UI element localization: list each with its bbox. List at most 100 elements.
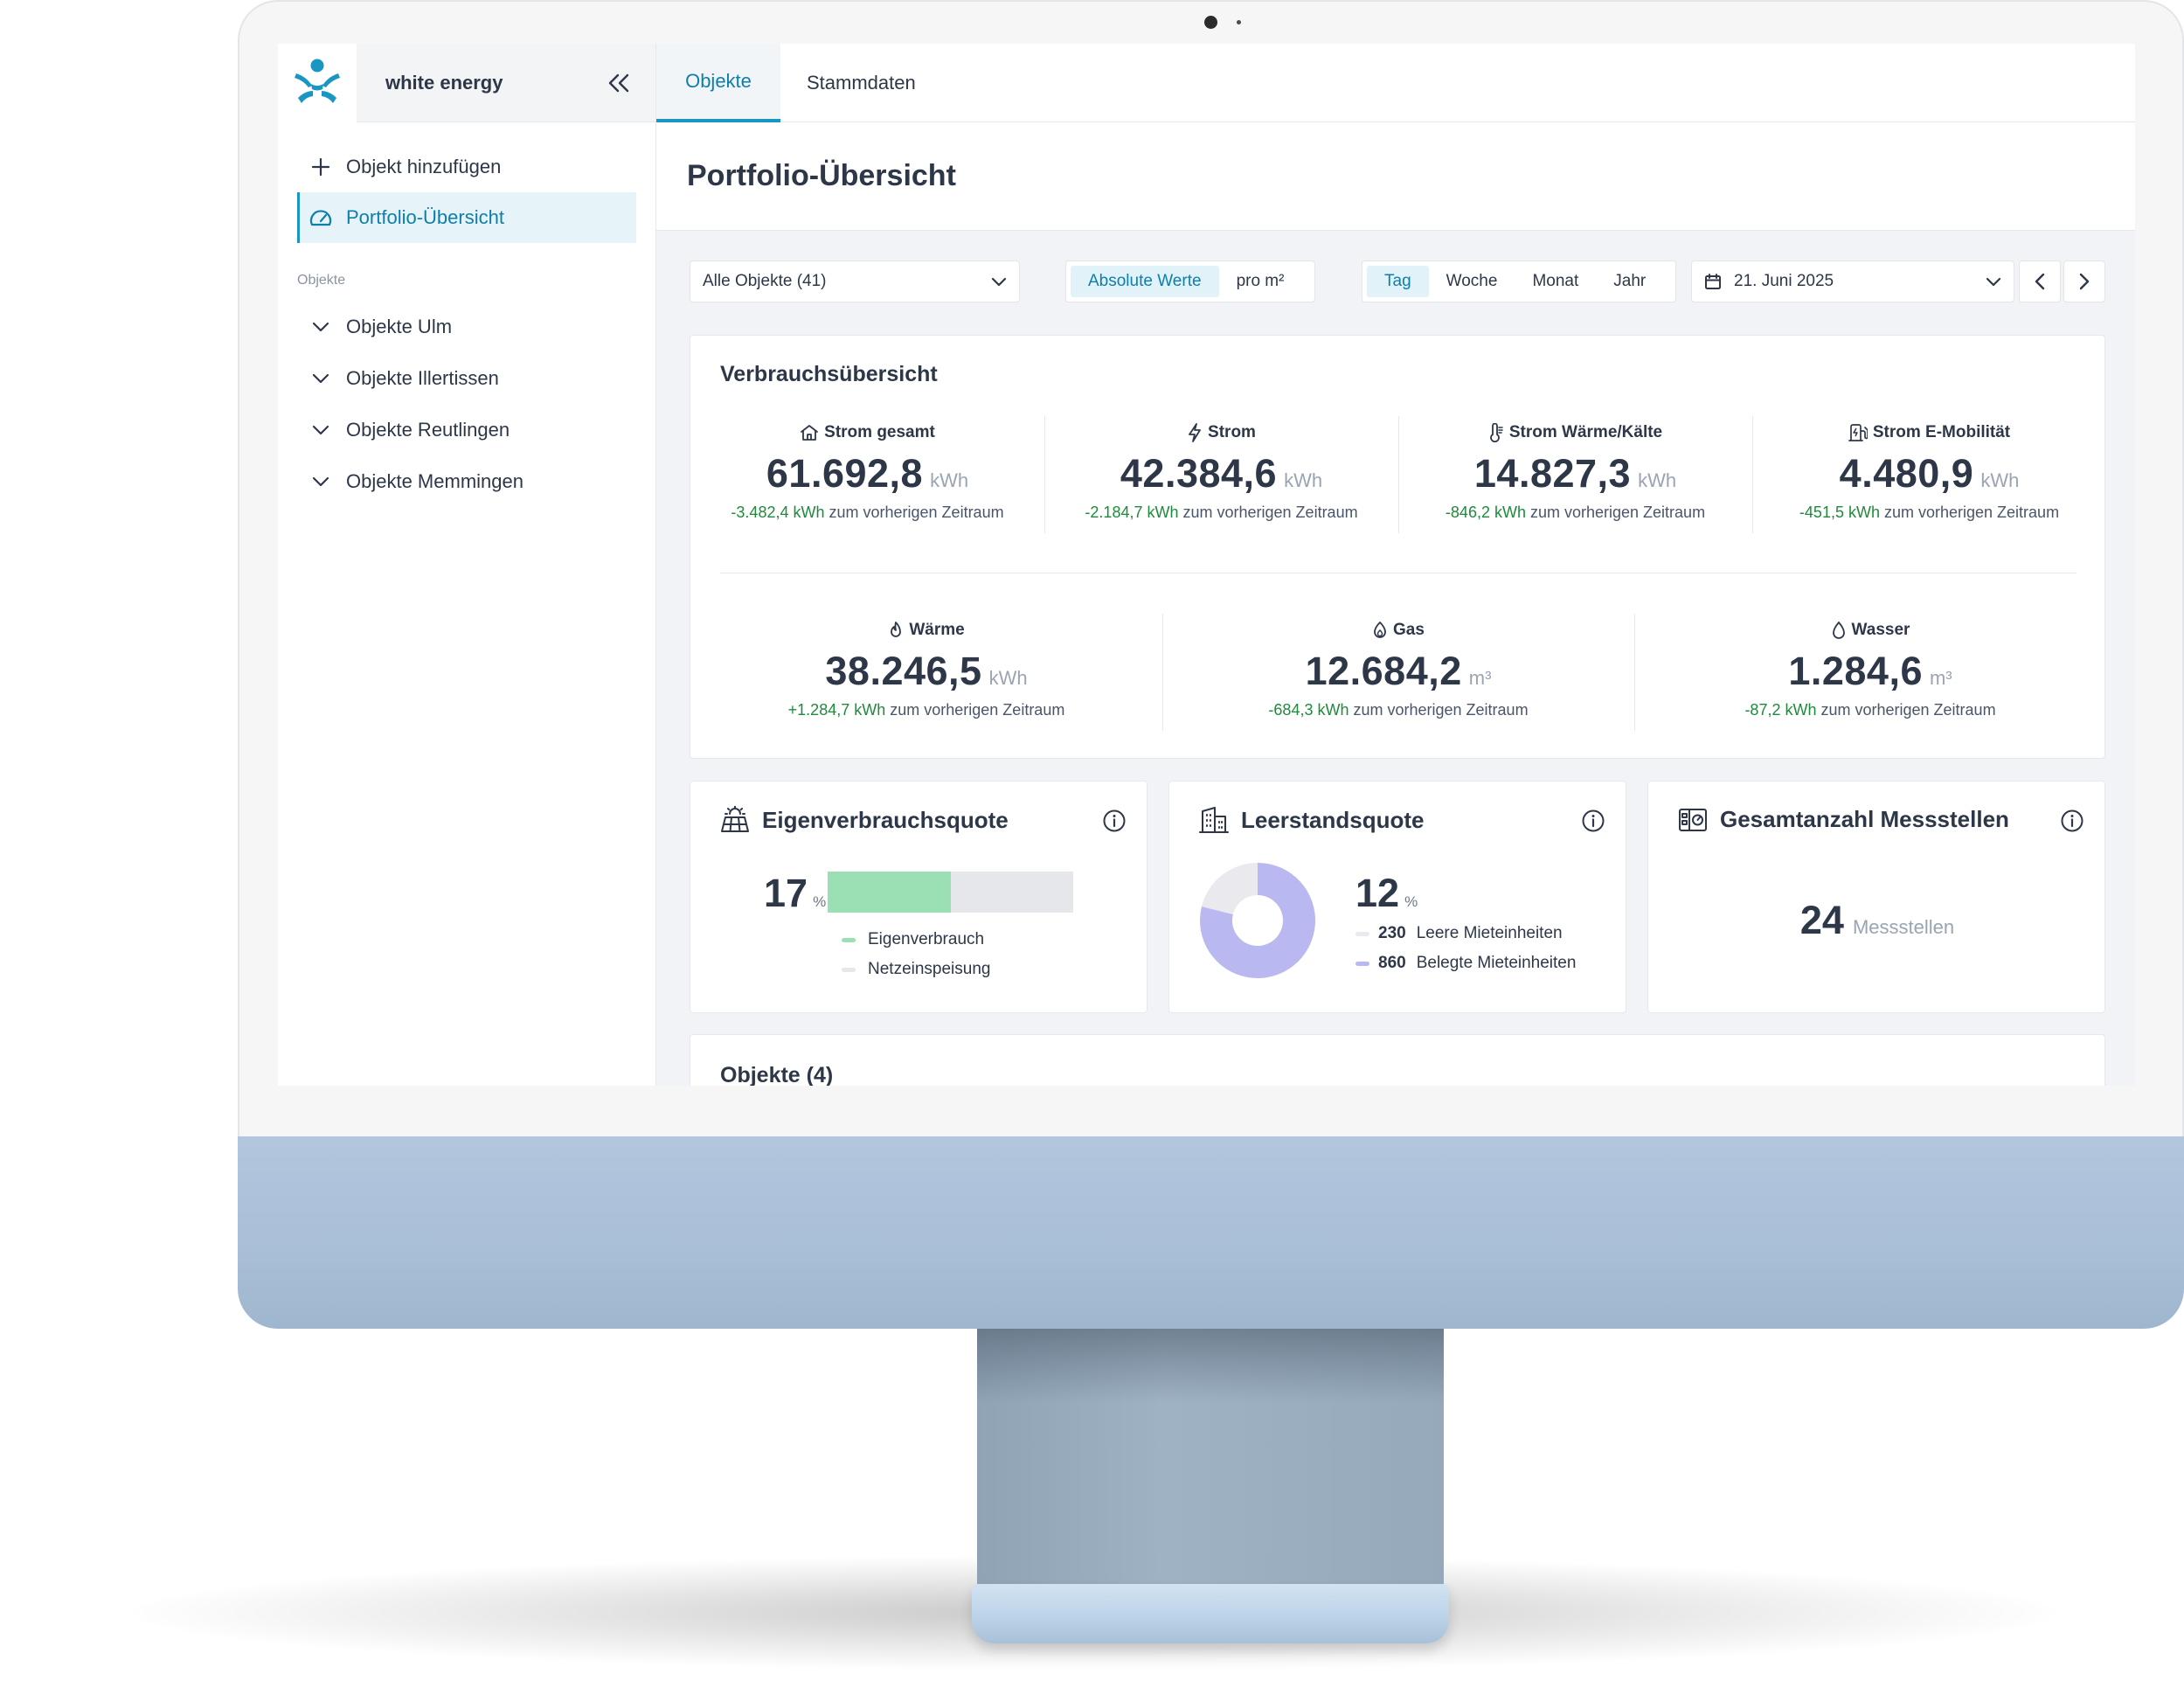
metric-delta-suffix: zum vorherigen Zeitraum xyxy=(1820,701,1996,719)
self-consumption-card: Eigenverbrauchsquote 17 % Eigenverbrauch… xyxy=(690,781,1147,1013)
metric-strom-gesamt: Strom gesamt 61.692,8 kWh -3.482,4 kWh zu… xyxy=(690,421,1044,522)
period-week[interactable]: Woche xyxy=(1429,266,1515,297)
metric-label: Strom Wärme/Kälte xyxy=(1508,423,1663,441)
metric-value: 42.384,6 xyxy=(1120,451,1278,496)
sidebar-item-portfolio[interactable]: Portfolio-Übersicht xyxy=(297,192,636,243)
sidebar-section-label: Objekte xyxy=(297,273,346,288)
metric-delta: +1.284,7 kWh xyxy=(787,701,886,719)
vacancy-info-button[interactable] xyxy=(1580,808,1606,834)
camera xyxy=(1204,16,1217,29)
legend-leere-mieteinheiten: 230 Leere Mieteinheiten xyxy=(1355,924,1563,943)
metric-unit: m³ xyxy=(1929,667,1952,689)
chevron-down-icon xyxy=(308,469,334,495)
monitor-stand-shade xyxy=(977,1324,1444,1403)
value-mode-absolute[interactable]: Absolute Werte xyxy=(1071,266,1219,297)
metric-delta-suffix: zum vorherigen Zeitraum xyxy=(1883,504,2060,521)
legend-swatch xyxy=(1355,961,1369,966)
meters-value: 24 xyxy=(1799,898,1844,942)
sidebar-group-label: Objekte Reutlingen xyxy=(346,418,510,441)
lightning-icon xyxy=(1189,423,1201,442)
calendar-icon xyxy=(1705,274,1721,289)
self-consumption-unit: % xyxy=(813,893,827,910)
donut-slice-empty xyxy=(1201,863,1258,914)
sidebar-group-memmingen[interactable]: Objekte Memmingen xyxy=(297,455,636,507)
object-select[interactable]: Alle Objekte (41) xyxy=(690,260,1020,302)
page-header: Portfolio-Übersicht xyxy=(656,122,2135,231)
legend-netzeinspeisung: Netzeinspeisung xyxy=(842,960,990,979)
metric-unit: kWh xyxy=(1980,469,2020,491)
meter-icon xyxy=(1679,808,1707,831)
self-consumption-info-button[interactable] xyxy=(1101,808,1127,834)
metric-value: 12.684,2 xyxy=(1305,649,1462,693)
legend-count: 230 xyxy=(1378,924,1406,942)
metric-delta: -684,3 kWh xyxy=(1268,701,1349,719)
chevron-right-icon xyxy=(2079,273,2090,290)
vacancy-value: 12 xyxy=(1355,871,1400,915)
metric-wasser: Wasser 1.284,6 m³ -87,2 kWh zum vorherige… xyxy=(1634,619,2106,719)
sidebar-group-ulm[interactable]: Objekte Ulm xyxy=(297,301,636,352)
camera-sensor xyxy=(1237,20,1241,24)
vacancy-donut-chart xyxy=(1200,863,1315,978)
tab-stammdaten[interactable]: Stammdaten xyxy=(807,44,916,122)
top-navigation: Objekte Stammdaten xyxy=(656,44,2135,122)
legend-swatch xyxy=(842,937,856,942)
consumption-overview-card: Verbrauchsübersicht Strom gesamt 61.692,… xyxy=(690,335,2105,759)
metric-delta: -2.184,7 kWh xyxy=(1085,504,1179,521)
legend-label: Netzeinspeisung xyxy=(868,960,991,978)
info-icon xyxy=(1582,809,1605,832)
sidebar-group-label: Objekte Illertissen xyxy=(346,366,499,389)
metric-value: 4.480,9 xyxy=(1839,451,1974,496)
brand-logo[interactable] xyxy=(278,44,357,122)
period-year[interactable]: Jahr xyxy=(1596,266,1663,297)
legend-swatch xyxy=(842,967,856,972)
add-object-button[interactable]: Objekt hinzufügen xyxy=(297,142,636,192)
value-mode-per-sqm[interactable]: pro m² xyxy=(1219,266,1302,297)
sidebar-item-portfolio-label: Portfolio-Übersicht xyxy=(346,206,504,228)
metric-strom-e-mobilitaet: Strom E-Mobilität 4.480,9 kWh -451,5 kWh … xyxy=(1752,421,2106,522)
info-icon xyxy=(2061,809,2083,832)
self-consumption-value: 17 xyxy=(764,871,808,915)
legend-count: 860 xyxy=(1378,954,1406,972)
metric-delta-suffix: zum vorherigen Zeitraum xyxy=(890,701,1065,719)
meters-unit: Messstellen xyxy=(1852,916,1955,938)
logo-icon xyxy=(295,59,340,103)
app-screen: white energy Objekt hinzufügen Portfolio… xyxy=(278,44,2135,1086)
sidebar-group-reutlingen[interactable]: Objekte Reutlingen xyxy=(297,404,636,455)
previous-period-button[interactable] xyxy=(2019,260,2061,302)
info-icon xyxy=(1103,809,1126,832)
gauge-icon xyxy=(308,205,334,231)
building-icon xyxy=(1199,807,1229,833)
vacancy-card: Leerstandsquote 12 % 230 Leere Mieteinhe… xyxy=(1168,781,1626,1013)
legend-label: Eigenverbrauch xyxy=(868,930,985,948)
add-object-label: Objekt hinzufügen xyxy=(346,156,502,177)
self-consumption-title: Eigenverbrauchsquote xyxy=(762,806,1009,833)
next-period-button[interactable] xyxy=(2063,260,2105,302)
tab-objekte[interactable]: Objekte xyxy=(656,44,780,122)
water-drop-icon xyxy=(1832,622,1845,639)
sidebar-group-illertissen[interactable]: Objekte Illertissen xyxy=(297,352,636,404)
sidebar-group-label: Objekte Memmingen xyxy=(346,469,523,492)
collapse-sidebar-button[interactable] xyxy=(593,57,645,109)
legend-belegte-mieteinheiten: 860 Belegte Mieteinheiten xyxy=(1355,954,1576,973)
metric-label: Wasser xyxy=(1851,621,1910,639)
period-month[interactable]: Monat xyxy=(1515,266,1596,297)
thermometer-icon xyxy=(1490,423,1503,442)
ev-charger-icon xyxy=(1848,424,1868,441)
metric-value: 1.284,6 xyxy=(1788,649,1923,693)
period-day[interactable]: Tag xyxy=(1367,266,1429,297)
metric-unit: m³ xyxy=(1468,667,1492,689)
brand-name: white energy xyxy=(385,71,503,94)
monitor-chin xyxy=(238,1128,2184,1329)
meters-card: Gesamtanzahl Messstellen 24 Messstellen xyxy=(1647,781,2105,1013)
date-picker[interactable]: 21. Juni 2025 xyxy=(1691,260,2014,302)
metric-gas: Gas 12.684,2 m³ -684,3 kWh zum vorherigen… xyxy=(1162,619,1634,719)
sidebar-group-label: Objekte Ulm xyxy=(346,315,453,337)
metric-delta-suffix: zum vorherigen Zeitraum xyxy=(1529,504,1706,521)
metric-label: Strom xyxy=(1208,423,1256,441)
vacancy-unit: % xyxy=(1404,893,1418,910)
metric-label: Strom E-Mobilität xyxy=(1872,423,2011,441)
metric-delta: -3.482,4 kWh xyxy=(731,504,825,521)
metric-strom: Strom 42.384,6 kWh -2.184,7 kWh zum vorhe… xyxy=(1044,421,1398,522)
metric-waerme: Wärme 38.246,5 kWh +1.284,7 kWh zum vorhe… xyxy=(690,619,1162,719)
meters-info-button[interactable] xyxy=(2059,808,2085,834)
